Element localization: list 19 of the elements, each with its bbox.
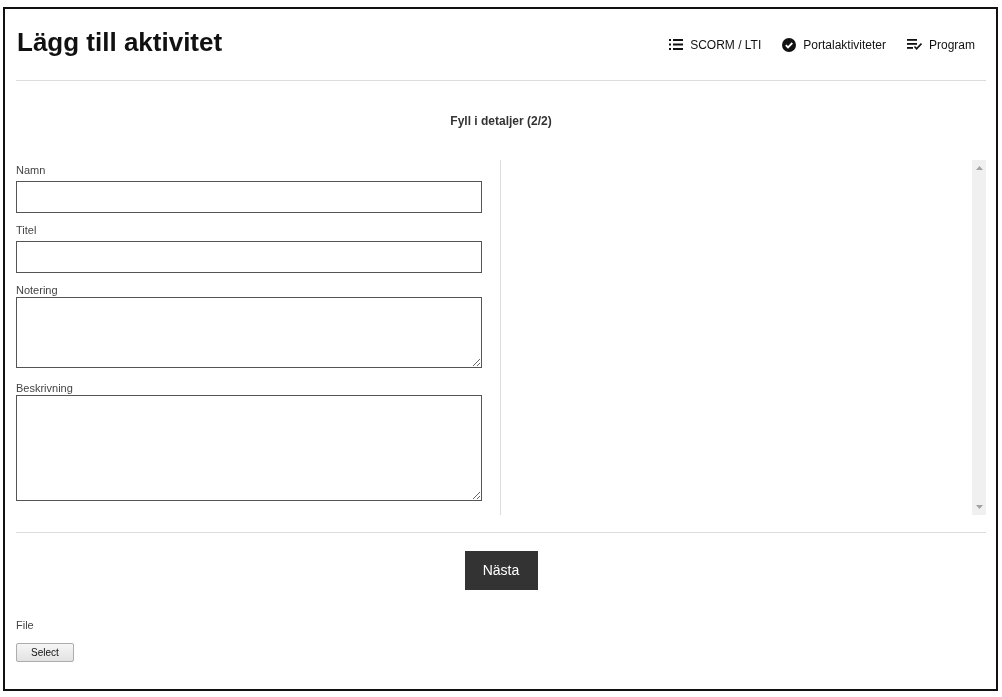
field-label: Notering: [16, 283, 58, 297]
field-label: Beskrivning: [16, 381, 73, 395]
field-label: Titel: [16, 223, 37, 237]
next-button[interactable]: Nästa: [464, 551, 538, 590]
check-circle-icon: [782, 37, 797, 52]
step-title: Fyll i detaljer (2/2): [450, 113, 552, 129]
nav-link[interactable]: Portalaktiviteter: [782, 35, 886, 54]
text-input[interactable]: [16, 181, 482, 213]
select-button[interactable]: Select: [16, 643, 74, 662]
checklist-icon: [907, 39, 922, 50]
field-label: Namn: [16, 163, 46, 177]
text-input[interactable]: [16, 241, 482, 273]
page-title: Lägg till aktivitet: [16, 27, 223, 57]
nav-link[interactable]: Program: [907, 35, 975, 54]
text-area[interactable]: [16, 395, 482, 501]
text-area[interactable]: [16, 297, 482, 368]
file-label: File: [16, 618, 34, 632]
nav-link[interactable]: SCORM / LTI: [669, 35, 762, 54]
list-icon: [669, 39, 684, 50]
